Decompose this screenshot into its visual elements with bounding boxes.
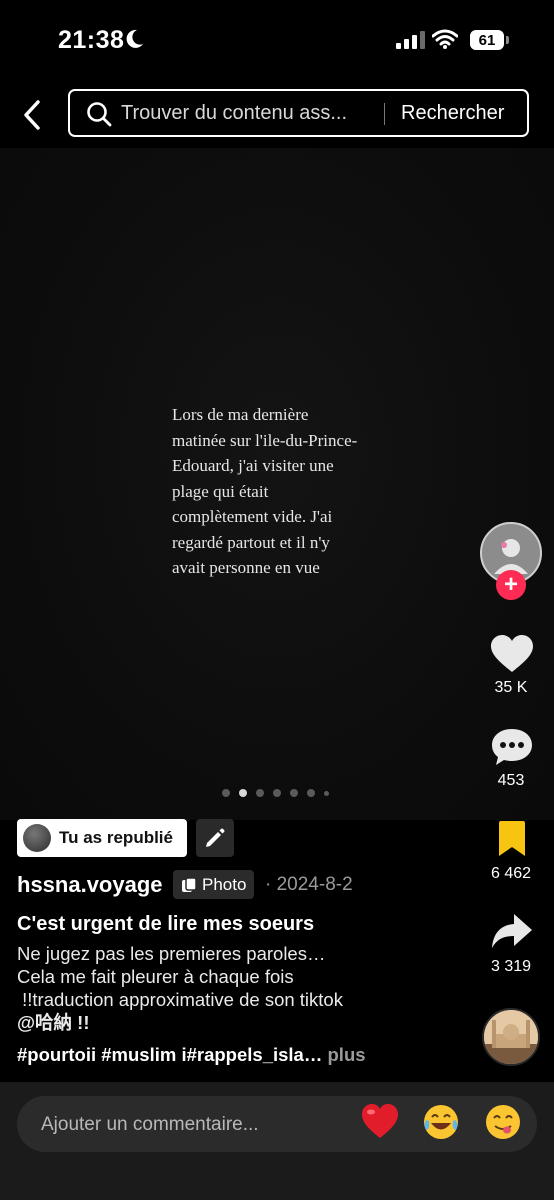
caption-line: Ne jugez pas les premieres paroles… [17,943,326,964]
red-heart-emoji-icon[interactable] [360,1102,400,1142]
like-count: 35 K [494,679,528,696]
back-arrow-icon[interactable] [18,98,48,132]
quote-line: Edouard, j'ai visiter une [172,456,334,475]
photo-quote-text: Lors de ma dernière matinée sur l'ile-du… [172,402,392,581]
cellular-signal-icon [396,31,425,49]
share-icon[interactable] [490,912,534,952]
carousel-dot [256,789,264,797]
edit-button[interactable] [196,819,234,857]
caption-title: C'est urgent de lire mes soeurs [17,913,315,935]
search-divider [384,103,385,125]
pencil-icon [206,828,225,847]
comment-icon[interactable] [490,727,534,767]
battery-cap [506,36,509,44]
photo-badge-label: Photo [202,874,247,894]
bookmark-icon[interactable] [496,820,528,858]
carousel-dot [273,789,281,797]
status-time: 21:38 [58,26,125,54]
tears-of-joy-emoji-icon[interactable] [421,1102,461,1142]
comment-placeholder[interactable]: Ajouter un commentaire... [41,1114,259,1136]
quote-line: plage qui était [172,481,269,501]
search-icon [87,102,112,127]
battery-level: 61 [470,30,504,50]
creator-username[interactable]: hssna.voyage [17,872,163,898]
quote-line: complètement vide. J'ai [172,507,333,526]
reposted-badge[interactable]: Tu as republié [17,819,187,857]
caption-line: Cela me fait pleurer à chaque fois [17,966,294,987]
repost-avatar [23,824,51,852]
mosque-thumbnail-icon [484,1010,538,1064]
follow-plus-button[interactable]: + [496,570,526,600]
carousel-dot [307,789,315,797]
caption-body[interactable]: Ne jugez pas les premieres paroles… Cela… [17,942,447,1034]
moon-icon [126,29,143,48]
heart-icon[interactable] [490,634,534,674]
quote-line: avait personne en vue [172,558,320,577]
photo-stack-icon [182,876,197,892]
more-link[interactable]: plus [328,1044,366,1065]
caption-mention[interactable]: @哈納 !! [17,1011,447,1034]
carousel-dot [239,789,247,797]
carousel-indicator [222,789,329,797]
quote-line: matinée sur l'ile-du-Prince- [172,430,358,450]
photo-type-badge: Photo [173,870,255,899]
search-input[interactable]: Trouver du contenu ass... [121,102,347,125]
carousel-dot [222,789,230,797]
yum-face-emoji-icon[interactable] [483,1102,523,1142]
quote-line: Lors de ma dernière [172,405,309,424]
quote-line: regardé partout et il n'y [172,532,330,552]
share-count: 3 319 [490,958,532,975]
carousel-dot [290,789,298,797]
carousel-dot [324,790,329,796]
search-button[interactable]: Rechercher [401,102,504,125]
save-count: 6 462 [490,865,532,882]
repost-label: Tu as republié [59,828,173,847]
post-date: · 2024-8-2 [265,874,353,895]
caption-hashtags[interactable]: #pourtoii #muslim i#rappels_isla… plus [17,1044,366,1066]
caption-line: !!traduction approximative de son tiktok [17,989,343,1010]
hashtags-text[interactable]: #pourtoii #muslim i#rappels_isla… [17,1044,322,1065]
wifi-icon [432,29,458,49]
comment-count: 453 [497,772,525,789]
sound-disc[interactable] [482,1008,540,1066]
